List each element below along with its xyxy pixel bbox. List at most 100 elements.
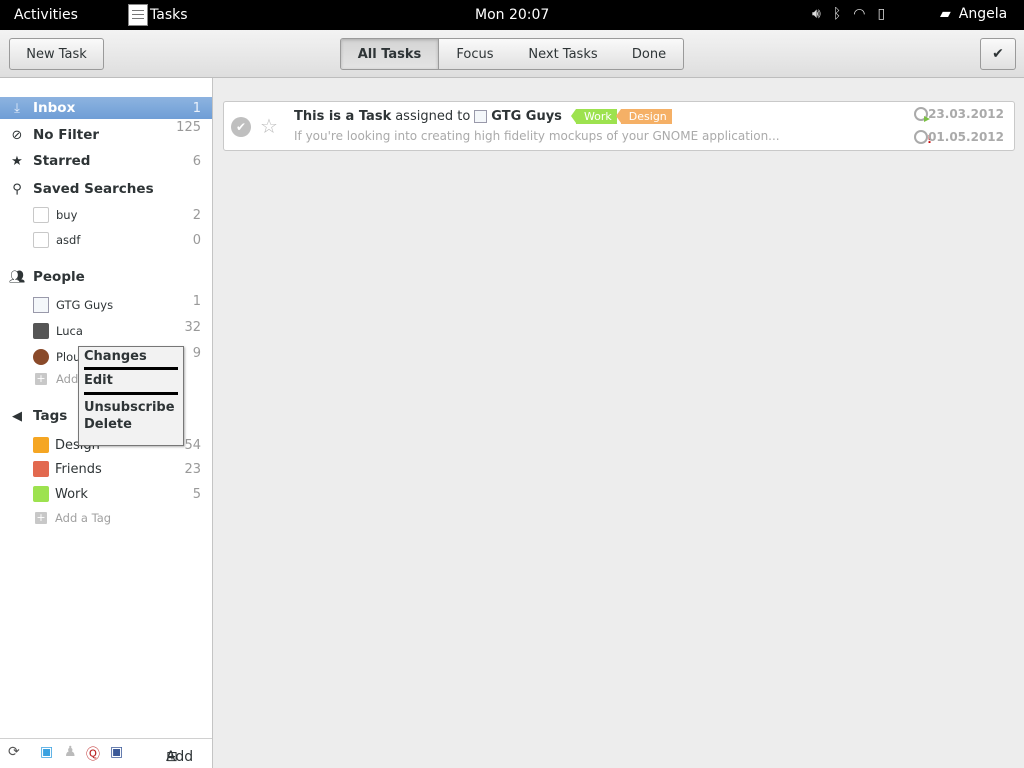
saved-search-label: asdf <box>56 233 81 247</box>
tag-item[interactable]: Friends 23 <box>0 459 212 479</box>
tag-icon: ◀ <box>12 408 22 424</box>
sidebar-item-count: 6 <box>192 153 201 169</box>
task-due-date: 01.05.2012 <box>928 130 1004 144</box>
context-menu: Changes Edit Unsubscribe Delete <box>78 346 184 446</box>
person-count: 1 <box>192 294 201 309</box>
menu-separator <box>84 392 178 395</box>
clock[interactable]: Mon 20:07 <box>475 7 549 23</box>
tab-focus[interactable]: Focus <box>439 39 511 69</box>
sidebar-item-label: Inbox <box>33 100 76 116</box>
activities-button[interactable]: Activities <box>14 7 78 23</box>
menu-item-unsubscribe[interactable]: Unsubscribe <box>84 400 175 415</box>
avatar <box>33 323 49 339</box>
volume-icon[interactable]: 🔊︎ <box>812 6 821 22</box>
person-item[interactable]: Luca 32 <box>0 320 212 341</box>
person-item[interactable]: GTG Guys 1 <box>0 294 212 315</box>
tag-label: Work <box>55 486 88 502</box>
person-count: 9 <box>192 346 201 361</box>
people-icon: 👥︎ <box>9 269 26 285</box>
tag-item[interactable]: Work 5 <box>0 484 212 504</box>
sidebar-bottom-bar: ⟳ ▣ ♟ Ⓠ ▣ ⊞ Add <box>0 738 212 768</box>
menu-item-edit[interactable]: Edit <box>84 373 113 388</box>
tag-badge-work[interactable]: Work <box>570 109 617 124</box>
sidebar-section-saved-searches[interactable]: ⚲ Saved Searches <box>0 178 212 200</box>
plus-icon: + <box>35 511 47 524</box>
task-description: If you're looking into creating high fid… <box>294 129 780 143</box>
new-task-button[interactable]: New Task <box>9 38 104 70</box>
add-tag-label: Add a Tag <box>55 511 112 525</box>
task-done-checkmark-icon[interactable]: ✔ <box>231 117 251 137</box>
tab-next-tasks[interactable]: Next Tasks <box>511 39 615 69</box>
task-title: This is a Task assigned to GTG Guys Work… <box>294 109 672 124</box>
refresh-icon[interactable]: ⟳ <box>8 744 20 760</box>
tag-color-swatch <box>33 486 49 502</box>
battery-icon[interactable]: ▯ <box>877 6 885 22</box>
star-icon[interactable]: ☆ <box>260 114 278 138</box>
add-tag-item[interactable]: + Add a Tag <box>0 508 212 528</box>
toolbar: New Task All Tasks Focus Next Tasks Done… <box>0 30 1024 78</box>
no-filter-icon: ⊘ <box>11 127 23 143</box>
search-icon: ⚲ <box>12 181 22 197</box>
group-avatar <box>33 297 49 313</box>
sidebar-item-no-filter[interactable]: ⊘ No Filter 125 <box>0 120 212 146</box>
tag-count: 23 <box>184 461 201 477</box>
saved-search-count: 0 <box>192 232 201 248</box>
due-date-icon <box>914 130 932 146</box>
tag-label: Friends <box>55 461 102 477</box>
task-start-date: 23.03.2012 <box>928 107 1004 121</box>
inbox-icon: ⤓ <box>14 100 20 116</box>
saved-search-item[interactable]: buy 2 <box>0 205 212 225</box>
mark-done-button[interactable]: ✔ <box>980 38 1016 70</box>
user-menu[interactable]: ▰ Angela <box>940 6 1007 22</box>
tab-all-tasks[interactable]: All Tasks <box>341 39 439 69</box>
task-title-text: This is a Task <box>294 109 392 124</box>
sidebar-item-starred[interactable]: ★ Starred 6 <box>0 150 212 172</box>
sidebar-item-count: 1 <box>192 100 201 116</box>
menu-separator <box>84 367 178 370</box>
tag-color-swatch <box>33 437 49 453</box>
app-name: Tasks <box>150 7 188 23</box>
view-switcher: All Tasks Focus Next Tasks Done <box>340 38 684 70</box>
identica-icon[interactable]: Ⓠ <box>86 744 100 764</box>
person-label: Luca <box>56 324 83 338</box>
top-bar: Activities Tasks Mon 20:07 🔊︎ ᛒ ◠ ▯ ▰ An… <box>0 0 1024 30</box>
saved-search-item[interactable]: asdf 0 <box>0 230 212 250</box>
sidebar-item-count: 125 <box>176 120 201 135</box>
bluetooth-icon[interactable]: ᛒ <box>833 6 841 22</box>
tasks-app-icon <box>128 4 148 26</box>
start-date-icon <box>914 107 930 122</box>
tab-done[interactable]: Done <box>615 39 683 69</box>
user-name: Angela <box>958 6 1008 22</box>
sidebar-item-inbox[interactable]: ⤓ Inbox 1 <box>0 97 212 119</box>
task-title-connector: assigned to <box>395 109 471 124</box>
task-assignee[interactable]: GTG Guys <box>491 109 562 124</box>
star-icon: ★ <box>11 153 23 169</box>
chat-icon: ▰ <box>940 6 951 22</box>
twitter-icon[interactable]: ▣ <box>40 744 53 760</box>
saved-search-count: 2 <box>192 207 201 223</box>
person-label: Plou <box>56 350 81 364</box>
saved-search-checkbox[interactable] <box>33 232 49 248</box>
sidebar-item-label: No Filter <box>33 127 100 143</box>
app-menu[interactable]: Tasks <box>128 4 188 26</box>
sidebar-section-label: People <box>33 269 85 285</box>
saved-search-checkbox[interactable] <box>33 207 49 223</box>
menu-item-changes[interactable]: Changes <box>84 349 147 364</box>
person-label: GTG Guys <box>56 298 114 312</box>
system-tray: 🔊︎ ᛒ ◠ ▯ <box>812 6 885 22</box>
tag-badge-design[interactable]: Design <box>615 109 672 124</box>
group-icon <box>474 110 488 123</box>
sidebar-item-label: Starred <box>33 153 91 169</box>
sidebar-section-people[interactable]: 👥︎ People <box>0 266 212 288</box>
tag-count: 54 <box>184 437 201 453</box>
person-count: 32 <box>184 320 201 335</box>
add-person-label: Add <box>56 372 79 386</box>
tag-count: 5 <box>192 486 201 502</box>
plus-icon: + <box>35 372 47 385</box>
task-row[interactable]: ✔ ☆ This is a Task assigned to GTG Guys … <box>223 101 1015 151</box>
wifi-icon[interactable]: ◠ <box>853 6 865 22</box>
tomboy-icon[interactable]: ♟ <box>64 744 77 760</box>
menu-item-delete[interactable]: Delete <box>84 417 132 432</box>
facebook-icon[interactable]: ▣ <box>110 744 123 760</box>
sidebar-section-label: Tags <box>33 408 68 424</box>
